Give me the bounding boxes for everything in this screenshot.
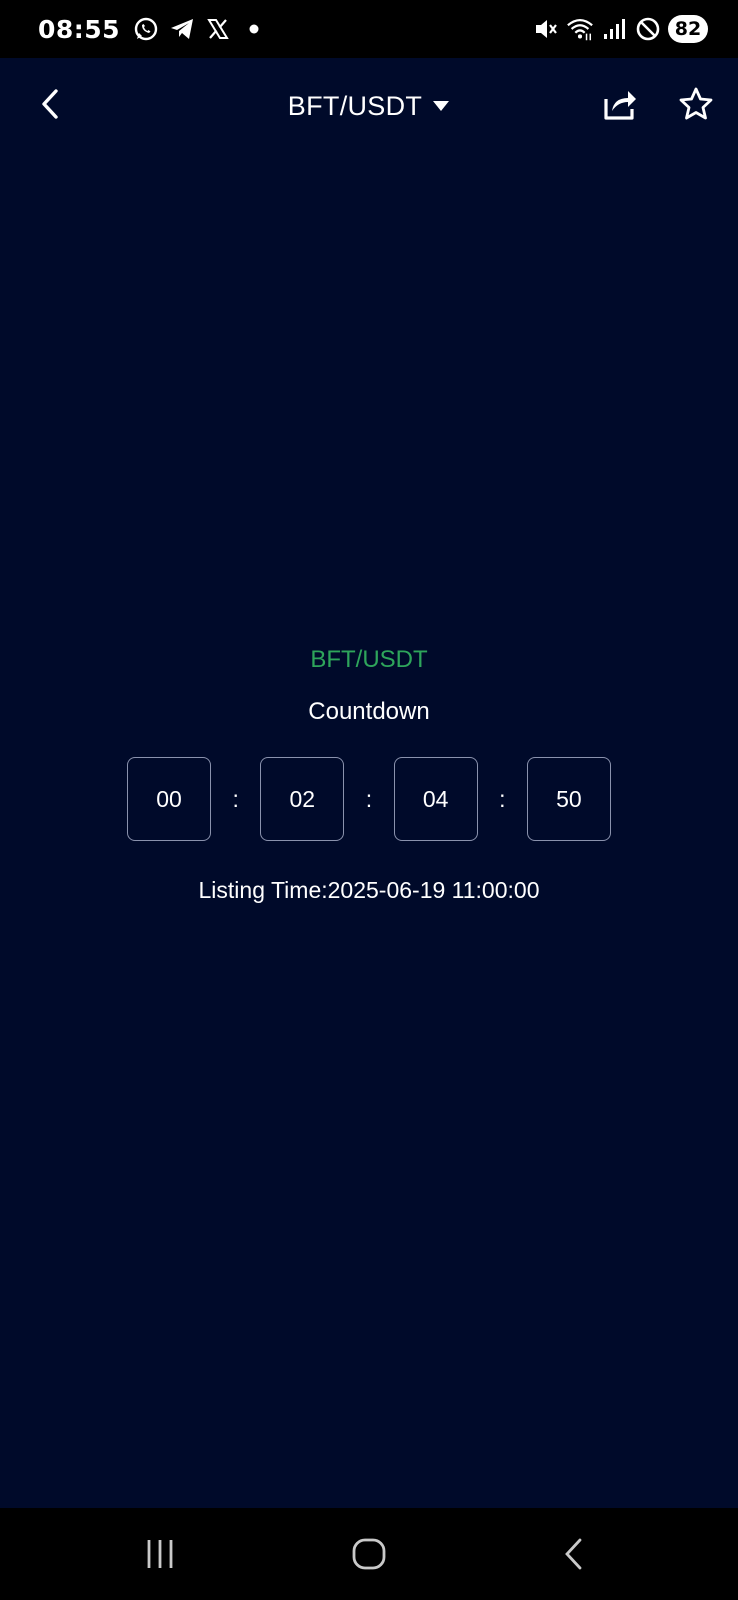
timer-hours: 02 (260, 757, 345, 841)
timer-separator: : (499, 785, 506, 812)
system-back-button[interactable] (550, 1530, 598, 1578)
mute-icon (532, 15, 560, 43)
timer-minutes: 04 (393, 757, 478, 841)
telegram-icon (168, 15, 196, 43)
page-title: BFT/USDT (287, 90, 423, 121)
whatsapp-icon (132, 15, 160, 43)
home-button[interactable] (345, 1530, 393, 1578)
back-icon (565, 1538, 582, 1570)
share-icon (604, 91, 636, 120)
pair-name: BFT/USDT (310, 646, 428, 673)
cellular-signal-icon (600, 15, 628, 43)
countdown-label: Countdown (308, 698, 430, 725)
recent-apps-button[interactable] (136, 1530, 184, 1578)
notification-dot-icon (240, 15, 268, 43)
caret-down-icon (433, 101, 450, 111)
wifi-icon (566, 15, 594, 43)
countdown-timer: 00 : 02 : 04 : 50 (127, 756, 611, 842)
star-icon (679, 87, 713, 120)
home-icon (352, 1538, 386, 1570)
listing-time: Listing Time:2025-06-19 11:00:00 (198, 877, 540, 903)
status-time: 08:55 (38, 14, 121, 44)
do-not-disturb-icon (634, 15, 662, 43)
timer-days: 00 (127, 757, 211, 841)
battery-indicator: 82 (668, 15, 708, 43)
system-navigation-bar (0, 1508, 738, 1600)
favorite-button[interactable] (674, 82, 718, 126)
top-navigation-bar: BFT/USDT (0, 58, 738, 150)
recent-apps-icon (147, 1540, 173, 1568)
countdown-panel: BFT/USDT Countdown 00 : 02 : 04 : 50 Lis… (0, 640, 738, 908)
x-icon (204, 15, 232, 43)
timer-separator: : (365, 785, 373, 812)
timer-seconds: 50 (526, 757, 611, 841)
status-bar: 08:55 82 (0, 0, 738, 58)
timer-separator: : (232, 785, 239, 812)
share-button[interactable] (598, 82, 642, 126)
status-system-icons: 82 (532, 15, 708, 43)
status-notification-icons (132, 15, 268, 43)
